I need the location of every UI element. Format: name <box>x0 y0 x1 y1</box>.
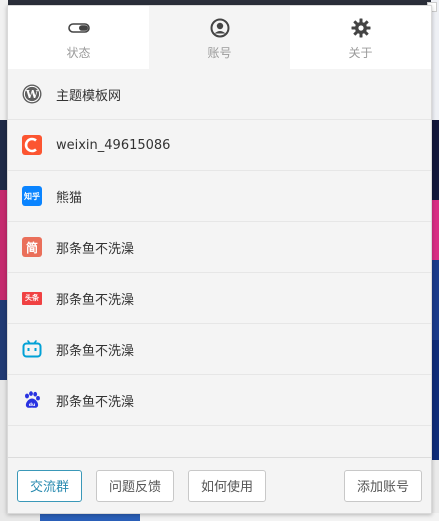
svg-text:W: W <box>25 88 39 101</box>
feedback-button[interactable]: 问题反馈 <box>96 469 175 502</box>
baidu-paw-icon: du <box>22 390 42 410</box>
tab-about[interactable]: 关于 <box>290 6 431 69</box>
bilibili-icon <box>22 339 42 359</box>
tab-status[interactable]: 状态 <box>8 6 149 69</box>
account-row-zhihu[interactable]: 知乎 熊猫 <box>8 171 431 222</box>
tab-status-label: 状态 <box>66 46 91 60</box>
join-group-button[interactable]: 交流群 <box>17 469 83 502</box>
user-circle-icon <box>209 17 231 39</box>
account-name: 熊猫 <box>56 190 83 206</box>
account-row-bilibili[interactable]: 那条鱼不洗澡 <box>8 324 431 375</box>
account-row-jianshu[interactable]: 简 那条鱼不洗澡 <box>8 222 431 273</box>
toggle-icon <box>67 17 90 39</box>
account-name: 那条鱼不洗澡 <box>56 292 135 308</box>
how-to-use-button[interactable]: 如何使用 <box>188 469 267 502</box>
wordpress-icon: W <box>22 84 42 104</box>
account-row-wordpress[interactable]: W 主题模板网 <box>8 69 431 120</box>
toutiao-icon: 头条 <box>22 291 42 305</box>
account-name: 那条鱼不洗澡 <box>56 241 135 257</box>
account-name: 那条鱼不洗澡 <box>56 343 135 359</box>
account-name: 那条鱼不洗澡 <box>56 394 135 410</box>
tab-account[interactable]: 账号 <box>149 6 290 69</box>
account-row-toutiao[interactable]: 头条 那条鱼不洗澡 <box>8 273 431 324</box>
account-name: 主题模板网 <box>56 88 122 104</box>
tab-bar: 状态 账号 关于 <box>8 6 431 69</box>
background-page-bottom <box>0 513 439 521</box>
tab-account-label: 账号 <box>207 46 232 60</box>
csdn-icon <box>22 135 42 155</box>
tab-about-label: 关于 <box>348 46 373 60</box>
account-row-baidu[interactable]: du 那条鱼不洗澡 <box>8 375 431 426</box>
account-list: W 主题模板网 weixin_49615086 知乎 熊猫 简 那条鱼不洗澡 头… <box>8 69 431 426</box>
background-page-right <box>431 0 439 521</box>
extension-popup: 状态 账号 关于 W 主题模板网 weixin_49615086 知乎 熊猫 简… <box>7 5 432 514</box>
account-name: weixin_49615086 <box>56 137 171 153</box>
add-account-button[interactable]: 添加账号 <box>343 469 422 502</box>
gear-icon <box>350 17 372 39</box>
footer-bar: 交流群 问题反馈 如何使用 添加账号 <box>8 457 431 513</box>
jianshu-icon: 简 <box>22 237 42 257</box>
svg-text:du: du <box>29 402 35 408</box>
zhihu-icon: 知乎 <box>22 186 42 206</box>
account-row-csdn[interactable]: weixin_49615086 <box>8 120 431 171</box>
